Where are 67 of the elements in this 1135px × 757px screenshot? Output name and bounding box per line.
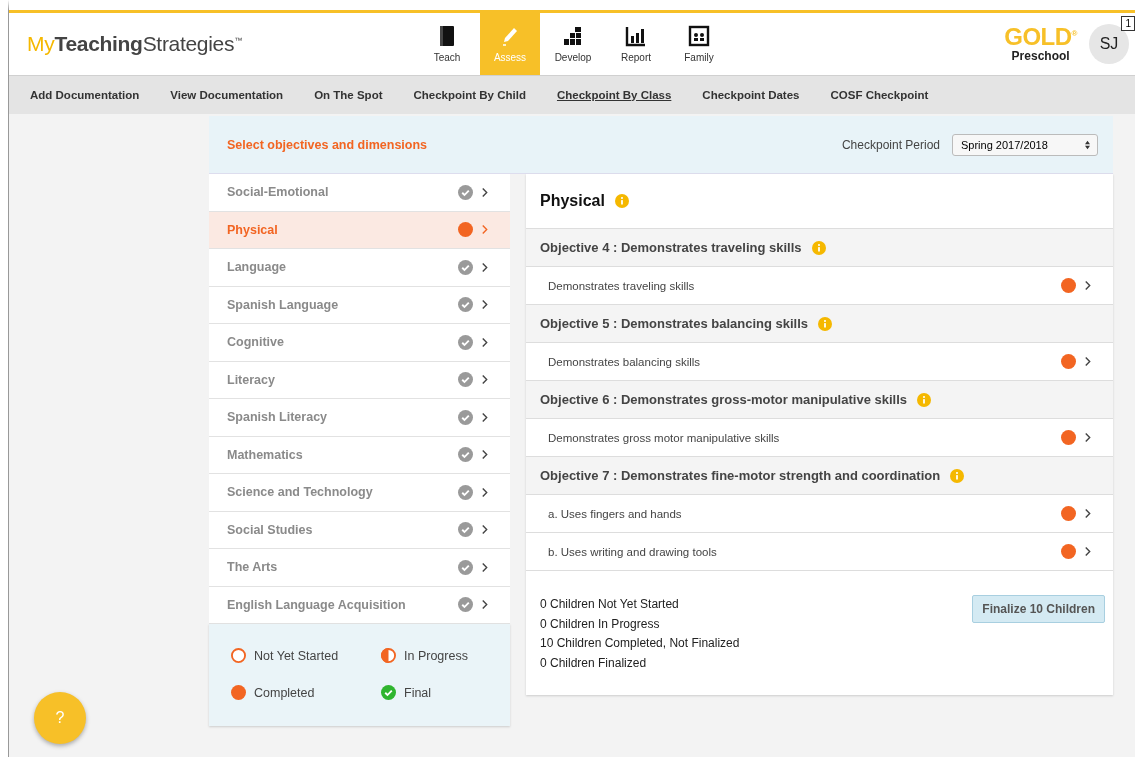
chevron-right-icon (481, 261, 488, 273)
summary-line: 0 Children In Progress (540, 615, 661, 633)
chevron-right-icon (1084, 546, 1091, 557)
legend-label: Final (404, 685, 432, 700)
domain-item[interactable]: Spanish Literacy (209, 399, 510, 437)
info-icon[interactable] (950, 468, 965, 483)
logo[interactable]: MyTeachingStrategies$^{™}$ (27, 32, 417, 56)
chevron-right-icon (481, 486, 488, 498)
bar-chart-icon (625, 25, 647, 47)
legend-label: In Progress (404, 648, 468, 663)
objective-title: Objective 7 : Demonstrates fine-motor strength and coordination (540, 468, 941, 483)
dimension-label: Demonstrates gross motor manipulative skills (548, 431, 780, 444)
domain-item[interactable]: Social Studies (209, 511, 510, 549)
info-icon[interactable] (917, 392, 931, 407)
info-icon[interactable] (811, 240, 826, 255)
chevron-right-icon (481, 299, 488, 311)
subnav-link[interactable]: COSF Checkpoint (830, 89, 929, 101)
chevron-right-icon (481, 411, 488, 423)
period-dropdown[interactable]: Spring 2017/2018 (952, 133, 1098, 156)
detail-title: Physical (540, 192, 605, 210)
dimension-row[interactable]: a. Uses fingers and hands (526, 495, 1113, 533)
legend-label: Not Yet Started (254, 648, 339, 663)
summary-line: 10 Children Completed, Not Finalized (540, 635, 740, 652)
brand-logo: GOLD$^{®}$ (1004, 25, 1077, 49)
family-photo-icon (688, 25, 710, 47)
chevron-right-icon (481, 524, 488, 536)
dimension-label: a. Uses fingers and hands (548, 507, 682, 520)
chevron-right-icon (481, 561, 488, 573)
subnav-link[interactable]: On The Spot (314, 89, 383, 101)
chevron-right-icon (481, 224, 488, 236)
subnav-link[interactable]: Checkpoint Dates (702, 89, 800, 101)
chevron-right-icon (1084, 280, 1091, 291)
chevron-right-icon (1084, 508, 1091, 519)
brand-subtitle: Preschool (1011, 49, 1070, 63)
objective-title: Objective 6 : Demonstrates gross-motor manipulative skills (540, 392, 907, 407)
dimension-row[interactable]: b. Uses writing and drawing tools (526, 533, 1113, 571)
chevron-right-icon (481, 449, 488, 461)
dimension-label: b. Uses writing and drawing tools (548, 545, 717, 558)
subnav-link[interactable]: View Documentation (170, 89, 284, 101)
domain-item[interactable]: Literacy (209, 361, 510, 399)
domain-item[interactable]: Spanish Language (209, 286, 510, 324)
subnav-link[interactable]: Checkpoint By Child (413, 89, 526, 101)
period-label: Checkpoint Period (841, 137, 940, 152)
info-icon[interactable] (818, 316, 833, 331)
finalize-button[interactable]: Finalize 10 Children (972, 595, 1105, 623)
info-icon[interactable] (614, 194, 629, 208)
summary-line: 0 Children Not Yet Started (540, 596, 680, 613)
notification-badge: 1 (1121, 16, 1135, 31)
panel-title: Select objectives and dimensions (227, 137, 428, 152)
updown-icon (1084, 139, 1091, 150)
chevron-right-icon (481, 336, 488, 348)
objective-title: Objective 4 : Demonstrates traveling skills (540, 240, 802, 255)
domain-item[interactable]: Social-Emotional (209, 174, 510, 212)
objective-title: Objective 5 : Demonstrates balancing skills (540, 316, 809, 331)
chevron-right-icon (1084, 432, 1091, 443)
dimension-label: Demonstrates balancing skills (548, 355, 701, 368)
subnav-link[interactable]: Checkpoint By Class (556, 89, 672, 101)
domain-item[interactable]: The Arts (209, 549, 510, 587)
chevron-right-icon (1084, 356, 1091, 367)
blocks-icon (562, 25, 584, 47)
chevron-right-icon (481, 186, 488, 198)
chevron-right-icon (481, 374, 488, 386)
summary-line: 0 Children Finalized (540, 654, 648, 672)
legend-label: Completed (254, 685, 315, 700)
chevron-right-icon (481, 599, 488, 611)
dimension-label: Demonstrates traveling skills (548, 279, 695, 292)
subnav-link[interactable]: Add Documentation (30, 89, 140, 101)
